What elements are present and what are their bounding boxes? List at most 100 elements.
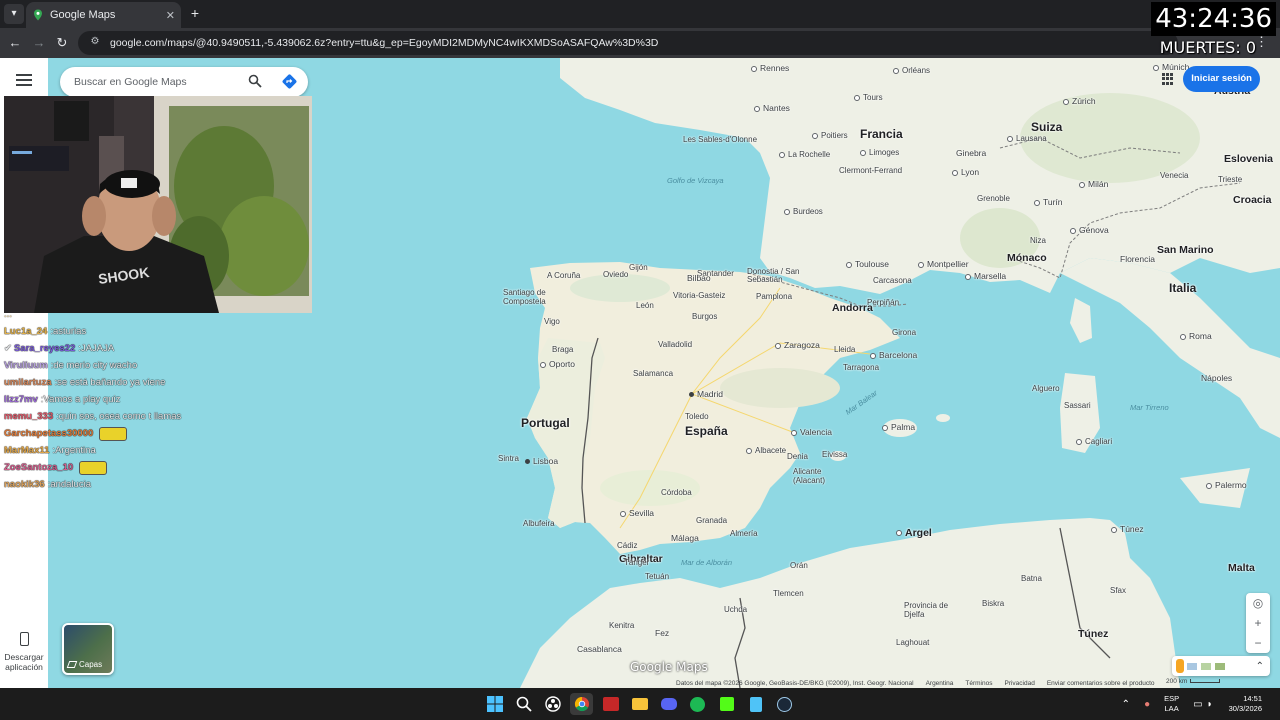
steam-icon[interactable]	[773, 693, 796, 715]
map-city-alguero[interactable]: Alguero	[1032, 384, 1060, 393]
tab-close-icon[interactable]: ✕	[166, 9, 175, 22]
map-city-uchda[interactable]: Uchda	[724, 605, 747, 614]
my-location-icon[interactable]: ◎	[1246, 593, 1270, 613]
map-city-valladolid[interactable]: Valladolid	[658, 340, 692, 349]
map-city-les-sables[interactable]: Les Sables-d'Olonne	[683, 135, 757, 144]
map-city-braga[interactable]: Braga	[552, 345, 573, 354]
map-city-oran[interactable]: Orán	[790, 561, 808, 570]
map-city-burgos[interactable]: Burgos	[692, 312, 717, 321]
map-label-portugal[interactable]: Portugal	[521, 416, 570, 430]
map-city-santiago[interactable]: Santiago de Compostela	[503, 288, 558, 306]
tab-search-button[interactable]: ▾	[4, 4, 24, 24]
scale-bar[interactable]: 200 km	[1166, 678, 1221, 685]
language-indicator[interactable]: ESP LAA	[1164, 694, 1179, 714]
map-city-limoges[interactable]: Limoges	[860, 148, 899, 157]
network-volume-icons[interactable]: ▭◗	[1193, 699, 1217, 710]
map-city-palma[interactable]: Palma	[882, 422, 915, 432]
map-city-bilbao[interactable]: Bilbao	[687, 273, 711, 283]
map-city-eivissa[interactable]: Eivissa	[822, 450, 847, 459]
map-city-denia[interactable]: Denia	[787, 452, 808, 461]
map-city-cordoba[interactable]: Córdoba	[661, 488, 692, 497]
map-city-casablanca[interactable]: Casablanca	[577, 644, 622, 654]
maps-search-box[interactable]: Buscar en Google Maps	[60, 67, 308, 97]
notepad-icon[interactable]	[744, 693, 767, 715]
map-city-tarragona[interactable]: Tarragona	[843, 363, 879, 372]
map-city-sfax[interactable]: Sfax	[1110, 586, 1126, 595]
map-city-barcelona[interactable]: Barcelona	[870, 350, 917, 360]
microphone-icon[interactable]: ●	[1144, 699, 1150, 710]
map-city-tanger[interactable]: Tánger	[624, 558, 649, 567]
map-city-genova[interactable]: Génova	[1070, 225, 1109, 235]
map-city-oporto[interactable]: Oporto	[540, 359, 575, 369]
map-city-toulouse[interactable]: Toulouse	[846, 259, 889, 269]
clock[interactable]: 14:51 30/3/2026	[1229, 694, 1262, 714]
map-city-a-coruna[interactable]: A Coruña	[547, 271, 580, 280]
map-city-fez[interactable]: Fez	[655, 628, 669, 638]
map-city-leon[interactable]: León	[636, 301, 654, 310]
map-label-suiza[interactable]: Suiza	[1031, 120, 1062, 134]
map-city-pamplona[interactable]: Pamplona	[756, 292, 792, 301]
map-label-monaco[interactable]: Mónaco	[1007, 252, 1047, 264]
map-city-lausana[interactable]: Lausana	[1007, 134, 1047, 143]
map-city-rennes[interactable]: Rennes	[751, 63, 789, 73]
map-city-kenitra[interactable]: Kenitra	[609, 621, 634, 630]
map-city-gijon[interactable]: Gijón	[629, 263, 648, 272]
map-city-tlemcen[interactable]: Tlemcen	[773, 589, 804, 598]
map-label-tunez[interactable]: Túnez	[1078, 628, 1108, 640]
map-city-carcasona[interactable]: Carcasona	[873, 276, 912, 285]
zoom-out-button[interactable]: −	[1246, 633, 1270, 653]
expand-icon[interactable]: ⌃	[1256, 661, 1264, 672]
map-city-salamanca[interactable]: Salamanca	[633, 369, 673, 378]
map-city-poitiers[interactable]: Poitiers	[812, 131, 848, 140]
map-city-zaragoza[interactable]: Zaragoza	[775, 340, 820, 350]
map-label-malta[interactable]: Malta	[1228, 562, 1255, 574]
map-thumb[interactable]	[1186, 661, 1198, 671]
tab-google-maps[interactable]: Google Maps ✕	[26, 2, 181, 28]
back-icon[interactable]: ←	[6, 34, 24, 52]
signin-button[interactable]: Iniciar sesión	[1183, 66, 1260, 92]
map-city-djelfa[interactable]: Provincia de Djelfa	[904, 601, 952, 619]
map-city-sevilla[interactable]: Sevilla	[620, 508, 654, 518]
tray-expand-icon[interactable]: ⌃	[1122, 699, 1130, 710]
map-city-albacete[interactable]: Albacete	[746, 446, 786, 455]
map-city-albufeira[interactable]: Albufeira	[523, 519, 555, 528]
map-thumb[interactable]	[1214, 661, 1226, 671]
map-label-italia[interactable]: Italia	[1169, 281, 1196, 295]
layers-button[interactable]: Capas	[62, 623, 114, 675]
map-city-almeria[interactable]: Almería	[730, 529, 758, 538]
map-city-turin[interactable]: Turín	[1034, 197, 1063, 207]
map-city-vitoria[interactable]: Vitoria-Gasteiz	[673, 291, 725, 300]
map-city-ginebra[interactable]: Ginebra	[956, 148, 986, 158]
reload-icon[interactable]: ↻	[53, 34, 71, 52]
map-city-perpinan[interactable]: Perpiñán	[867, 298, 899, 307]
calendar-app-icon[interactable]	[599, 693, 622, 715]
directions-icon[interactable]	[281, 73, 298, 90]
map-city-batna[interactable]: Batna	[1021, 574, 1042, 583]
map-city-orleans[interactable]: Orléans	[893, 66, 930, 75]
map-city-niza[interactable]: Niza	[1030, 236, 1046, 245]
map-city-girona[interactable]: Girona	[892, 328, 916, 337]
map-label-francia[interactable]: Francia	[860, 127, 903, 141]
map-city-montpellier[interactable]: Montpellier	[918, 259, 969, 269]
map-city-florencia[interactable]: Florencia	[1120, 254, 1155, 264]
map-type-switcher[interactable]: ⌃	[1172, 656, 1270, 676]
map-city-clermont[interactable]: Clermont-Ferrand	[839, 166, 902, 175]
map-label-espana[interactable]: España	[685, 424, 728, 438]
spotify-icon[interactable]	[686, 693, 709, 715]
map-city-lisboa[interactable]: Lisboa	[525, 456, 558, 466]
map-city-burdeos[interactable]: Burdeos	[784, 207, 823, 216]
map-label-croacia[interactable]: Croacia	[1233, 194, 1272, 206]
map-city-lleida[interactable]: Lleida	[834, 345, 855, 354]
map-city-sintra[interactable]: Sintra	[498, 454, 519, 463]
map-city-nantes[interactable]: Nantes	[754, 103, 790, 113]
map-city-laghouat[interactable]: Laghouat	[896, 638, 929, 647]
map-city-tetuan[interactable]: Tetuán	[645, 572, 669, 581]
search-icon[interactable]	[512, 693, 535, 715]
zoom-in-button[interactable]: +	[1246, 613, 1270, 633]
map-label-san-marino[interactable]: San Marino	[1157, 244, 1214, 256]
obs-icon[interactable]	[541, 693, 564, 715]
kick-icon[interactable]	[715, 693, 738, 715]
map-label-argel[interactable]: Argel	[896, 527, 932, 539]
map-city-tours[interactable]: Tours	[854, 93, 883, 102]
map-city-cagliari[interactable]: Cagliari	[1076, 437, 1112, 446]
